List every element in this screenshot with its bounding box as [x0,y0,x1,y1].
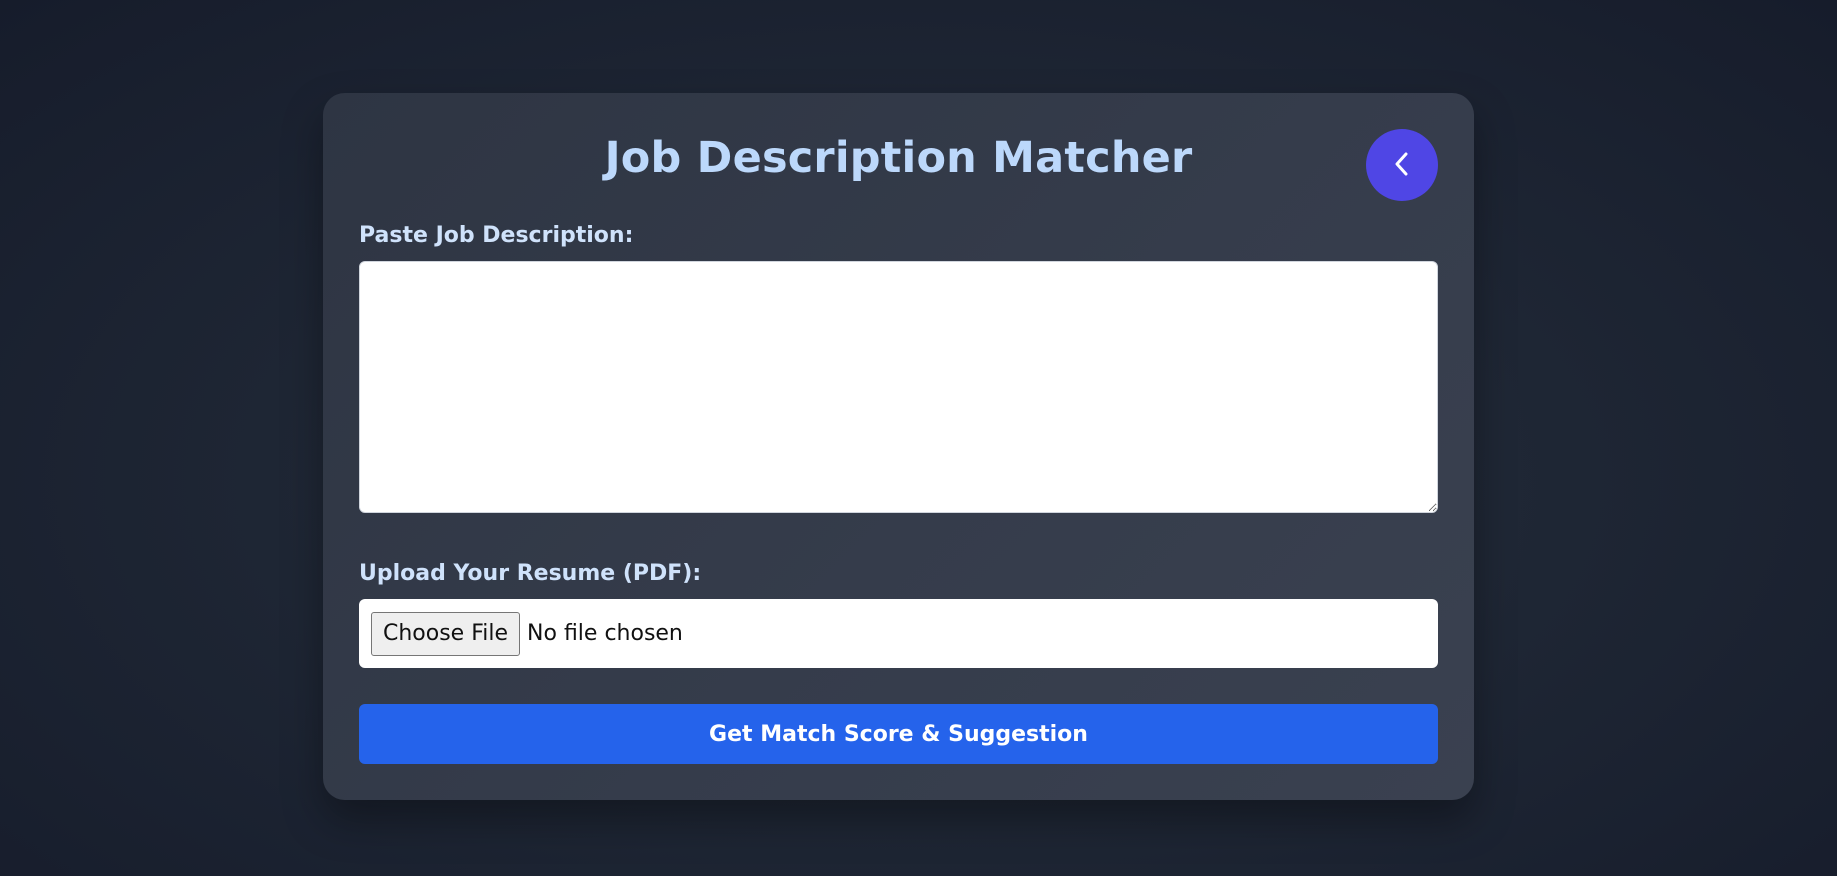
back-button[interactable] [1366,129,1438,201]
page-title: Job Description Matcher [604,133,1193,183]
job-description-textarea[interactable] [359,261,1438,513]
matcher-card: Job Description Matcher Paste Job Descri… [323,93,1474,800]
file-status-text: No file chosen [527,621,683,646]
job-description-label: Paste Job Description: [359,223,634,248]
resume-file-input[interactable]: Choose File No file chosen [359,599,1438,668]
get-match-score-button[interactable]: Get Match Score & Suggestion [359,704,1438,764]
choose-file-button[interactable]: Choose File [371,611,521,656]
resume-upload-label: Upload Your Resume (PDF): [359,561,702,586]
chevron-left-icon [1390,149,1414,182]
